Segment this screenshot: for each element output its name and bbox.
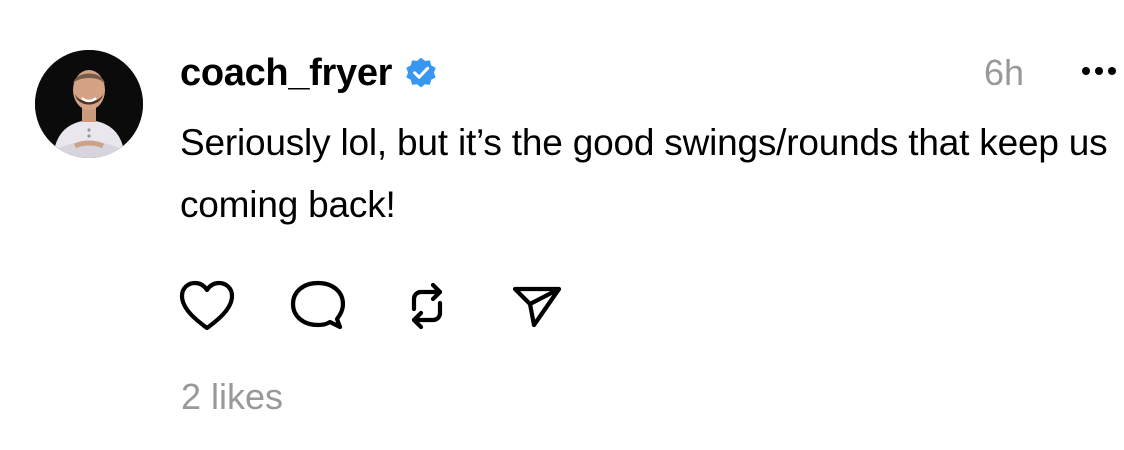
post-text: Seriously lol, but it’s the good swings/… [180, 122, 1108, 225]
username[interactable]: coach_fryer [180, 48, 392, 98]
avatar[interactable] [35, 50, 143, 158]
like-button[interactable] [178, 278, 236, 334]
post: coach_fryer 6h Seriously lol, but it’s t… [0, 0, 1124, 450]
likes-count[interactable]: 2 likes [181, 372, 283, 422]
reply-button[interactable] [288, 278, 346, 334]
verified-badge-icon [404, 56, 438, 90]
repost-button[interactable] [398, 278, 456, 334]
heart-icon [179, 280, 235, 331]
send-icon [512, 286, 562, 328]
timestamp: 6h [984, 52, 1025, 93]
more-options-icon[interactable] [1074, 58, 1124, 88]
repost-icon [411, 282, 443, 330]
avatar-image [35, 50, 143, 158]
share-button[interactable] [508, 278, 566, 334]
speech-bubble-icon [290, 280, 345, 330]
author-row: coach_fryer [180, 48, 438, 98]
action-bar [178, 278, 566, 334]
